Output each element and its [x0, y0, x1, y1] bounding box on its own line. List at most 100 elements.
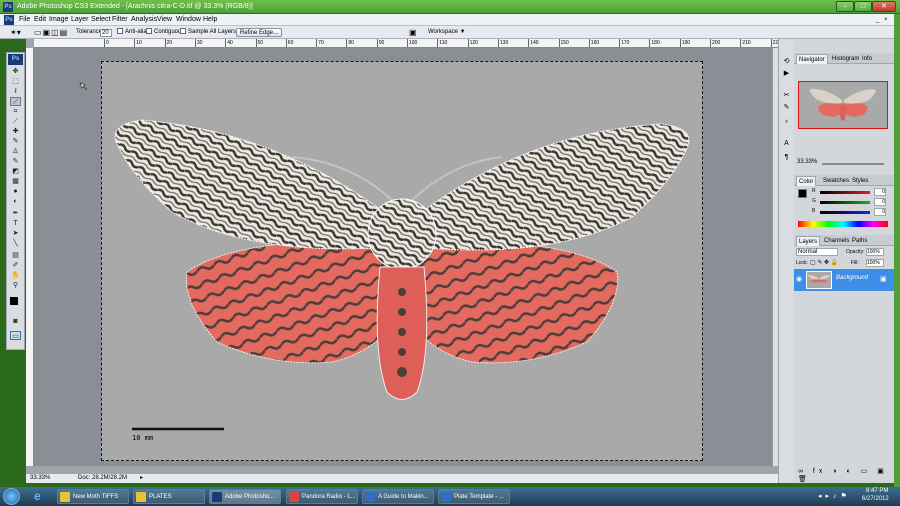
- tab-histogram[interactable]: Histogram: [830, 54, 861, 64]
- workspace-icon[interactable]: ▣: [409, 26, 417, 39]
- history-icon[interactable]: ⟲: [781, 57, 792, 67]
- menu-filter[interactable]: Filter: [112, 14, 128, 26]
- color-channel-slider[interactable]: [820, 211, 870, 214]
- title-bar: Ps Adobe Photoshop CS3 Extended - [Arach…: [0, 0, 900, 14]
- layer-actions-icons[interactable]: ∞ fx ◑ ◐ ▭ ▣ 🗑: [798, 467, 894, 483]
- menu-view[interactable]: View: [157, 14, 172, 26]
- menu-file[interactable]: File: [19, 14, 30, 26]
- tab-color[interactable]: Color: [796, 176, 817, 186]
- taskbar-item[interactable]: New Moth TIFFS: [57, 489, 129, 504]
- dodge-tool-icon[interactable]: ◐: [10, 197, 21, 206]
- menu-window[interactable]: Window: [176, 14, 201, 26]
- tab-styles[interactable]: Styles: [850, 176, 870, 186]
- tool-presets-icon[interactable]: ✂: [781, 91, 792, 101]
- navigator-zoom[interactable]: 33.33%: [797, 159, 817, 165]
- color-channel-value[interactable]: 0: [874, 208, 886, 216]
- color-channel-value[interactable]: 0: [874, 198, 886, 206]
- system-tray-icons[interactable]: ◂▸♪⚑: [818, 492, 851, 500]
- clone-stamp-tool-icon[interactable]: ♙: [10, 147, 21, 156]
- navigator-preview[interactable]: [798, 81, 888, 129]
- menu-edit[interactable]: Edit: [34, 14, 46, 26]
- slice-tool-icon[interactable]: ⟋: [10, 117, 21, 126]
- document-close-icon[interactable]: ×: [884, 14, 888, 26]
- tab-paths[interactable]: Paths: [850, 236, 869, 246]
- refine-edge-button[interactable]: Refine Edge...: [236, 28, 283, 37]
- maximize-button[interactable]: □: [854, 1, 872, 12]
- opacity-input[interactable]: 100%: [866, 248, 884, 256]
- taskbar-item[interactable]: A Guide to Makin...: [362, 489, 434, 504]
- status-arrow-icon[interactable]: ▸: [140, 474, 143, 483]
- sample-all-layers-checkbox[interactable]: Sample All Layers: [180, 26, 236, 39]
- notes-tool-icon[interactable]: ▤: [10, 251, 21, 260]
- color-foreground-swatch[interactable]: [798, 189, 807, 198]
- gradient-tool-icon[interactable]: ▦: [10, 177, 21, 186]
- zoom-tool-icon[interactable]: ⚲: [10, 281, 21, 290]
- color-spectrum[interactable]: [798, 221, 888, 227]
- eyedropper-tool-icon[interactable]: ✐: [10, 261, 21, 270]
- screen-mode-icon[interactable]: ▭: [10, 331, 21, 340]
- actions-icon[interactable]: ▶: [781, 69, 792, 79]
- start-button[interactable]: [3, 488, 20, 505]
- menu-help[interactable]: Help: [203, 14, 217, 26]
- pen-tool-icon[interactable]: ✒: [10, 209, 21, 218]
- path-selection-tool-icon[interactable]: ➤: [10, 229, 21, 238]
- quick-mask-icon[interactable]: ◙: [10, 317, 21, 326]
- taskbar-item[interactable]: Plate Template - ...: [438, 489, 510, 504]
- contiguous-checkbox[interactable]: Contiguous: [146, 26, 184, 39]
- magic-wand-tool-icon[interactable]: ⟋: [10, 97, 21, 106]
- color-channel-slider[interactable]: [820, 191, 870, 194]
- tab-layers[interactable]: Layers: [796, 236, 821, 246]
- marquee-tool-icon[interactable]: ⬚: [10, 77, 21, 86]
- lock-icons[interactable]: ▢ ✎ ✥ 🔒: [810, 259, 838, 267]
- brush-tool-icon[interactable]: ✎: [10, 137, 21, 146]
- lasso-tool-icon[interactable]: ℓ: [10, 87, 21, 96]
- tolerance-input[interactable]: 20: [100, 29, 112, 37]
- crop-tool-icon[interactable]: ⌗: [10, 107, 21, 116]
- internet-explorer-icon[interactable]: e: [34, 489, 48, 503]
- navigator-zoom-slider[interactable]: [822, 163, 884, 165]
- menu-select[interactable]: Select: [91, 14, 110, 26]
- taskbar-item[interactable]: Adobe Photosho...: [209, 489, 281, 504]
- workspace-menu[interactable]: Workspace ▼: [428, 26, 466, 39]
- ruler-mark: 0: [104, 39, 109, 47]
- color-channel-slider[interactable]: [820, 201, 870, 204]
- magic-wand-tool-icon[interactable]: ✶▾: [10, 26, 21, 39]
- shape-tool-icon[interactable]: ╲: [10, 239, 21, 248]
- minimize-button[interactable]: –: [836, 1, 854, 12]
- foreground-color-swatch[interactable]: [10, 297, 18, 305]
- tab-channels[interactable]: Channels: [822, 236, 851, 246]
- layer-visibility-eye-icon[interactable]: ◉: [796, 275, 802, 283]
- eraser-tool-icon[interactable]: ◩: [10, 167, 21, 176]
- paragraph-icon[interactable]: ¶: [781, 153, 792, 163]
- color-channel-value[interactable]: 0: [874, 188, 886, 196]
- photoshop-menu-icon[interactable]: Ps: [4, 15, 14, 25]
- character-icon[interactable]: A: [781, 139, 792, 149]
- move-tool-icon[interactable]: ✥: [10, 67, 21, 76]
- ruler-mark: 50: [255, 39, 264, 47]
- type-tool-icon[interactable]: T: [10, 219, 21, 228]
- history-brush-tool-icon[interactable]: ✎: [10, 157, 21, 166]
- healing-brush-tool-icon[interactable]: ✚: [10, 127, 21, 136]
- taskbar-item[interactable]: Pandora Radio - L...: [286, 489, 358, 504]
- menu-analysis[interactable]: Analysis: [131, 14, 157, 26]
- document-canvas[interactable]: 10 mm: [101, 61, 703, 461]
- menu-layer[interactable]: Layer: [71, 14, 89, 26]
- anti-alias-checkbox[interactable]: Anti-alias: [117, 26, 150, 39]
- taskbar-item[interactable]: PLATES: [133, 489, 205, 504]
- clone-source-icon[interactable]: ♁: [781, 117, 792, 127]
- zoom-level[interactable]: 33.33%: [30, 474, 50, 483]
- close-button[interactable]: ✕: [872, 1, 896, 12]
- blur-tool-icon[interactable]: ●: [10, 187, 21, 196]
- hand-tool-icon[interactable]: ✋: [10, 271, 21, 280]
- document-minimize-icon[interactable]: _: [876, 14, 879, 26]
- blend-mode-select[interactable]: Normal: [796, 248, 838, 256]
- menu-image[interactable]: Image: [49, 14, 68, 26]
- tab-swatches[interactable]: Swatches: [821, 176, 851, 186]
- tab-info[interactable]: Info: [860, 54, 874, 64]
- ruler-mark: 190: [679, 39, 691, 47]
- fill-input[interactable]: 100%: [866, 259, 884, 267]
- brushes-icon[interactable]: ✎: [781, 103, 792, 113]
- layer-row-background[interactable]: ◉ Background ▣: [794, 269, 894, 291]
- tab-navigator[interactable]: Navigator: [796, 54, 828, 64]
- selection-mode-icons[interactable]: ▭▣◫▤: [34, 26, 68, 39]
